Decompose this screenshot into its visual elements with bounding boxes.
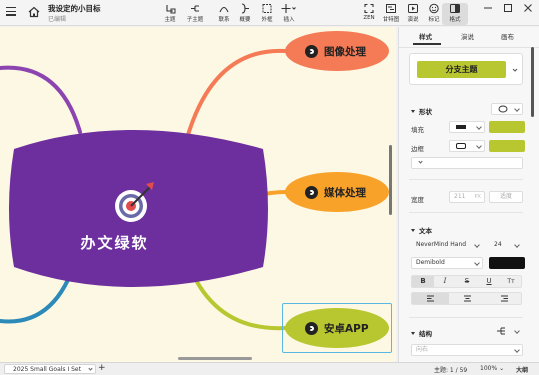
chevron-down-icon: [88, 366, 93, 371]
mindmap-canvas[interactable]: 办文绿软 图像处理 媒体处理 安卓APP: [0, 27, 396, 362]
home-icon[interactable]: [27, 5, 41, 19]
border-color-swatch[interactable]: [489, 140, 525, 152]
structure-icon-select[interactable]: [491, 325, 523, 337]
fill-pattern-icon: [456, 125, 466, 129]
divider: [409, 212, 523, 213]
status-bar: 2025 Small Goals I Set + 主题: 1 / 59 100%…: [0, 362, 539, 375]
text-color-swatch[interactable]: [489, 257, 525, 269]
central-topic[interactable]: 办文绿软: [8, 119, 270, 297]
priority-icon: [305, 321, 318, 335]
border-style-select[interactable]: [449, 140, 485, 152]
topic-label: 安卓APP: [324, 322, 369, 335]
font-size-select[interactable]: 24: [489, 239, 523, 251]
subtopic-icon: [191, 5, 199, 12]
align-center-button[interactable]: [449, 293, 486, 304]
boundary-icon: [262, 4, 272, 13]
border-width-select[interactable]: [411, 157, 523, 169]
text-case-button[interactable]: Tт: [500, 276, 522, 287]
topic-android-app[interactable]: 安卓APP: [285, 308, 389, 348]
plus-chevron-icon: [281, 4, 296, 13]
priority-icon: [305, 185, 318, 199]
ellipse-shape-icon: [498, 105, 508, 113]
topic-label: 图像处理: [324, 45, 366, 58]
maximize-icon[interactable]: [499, 2, 517, 14]
tab-present[interactable]: 演说: [461, 31, 474, 41]
format-button[interactable]: 格式: [442, 3, 468, 25]
topic-image-processing[interactable]: 图像处理: [285, 31, 389, 71]
summary-icon: [241, 3, 249, 14]
horizontal-scrollbar[interactable]: [178, 357, 252, 360]
border-label: 边框: [411, 145, 424, 153]
save-status: 已编辑: [48, 16, 67, 23]
width-input[interactable]: 211 PX: [449, 191, 485, 203]
italic-button[interactable]: I: [434, 276, 456, 287]
underline-button[interactable]: U: [478, 276, 500, 287]
text-section-header[interactable]: 文本: [411, 225, 432, 235]
text-format-row: B I S U Tт: [411, 275, 522, 288]
play-icon: [408, 4, 418, 13]
border-style-icon: [456, 143, 466, 149]
structure-section-header[interactable]: 结构: [411, 328, 432, 338]
topic-label: 媒体处理: [324, 186, 366, 199]
style-preset-card: 分支主题: [409, 53, 523, 85]
topic-media-processing[interactable]: 媒体处理: [285, 172, 389, 212]
fullscreen-icon: [364, 3, 374, 14]
align-left-button[interactable]: [412, 293, 449, 304]
width-label: 宽度: [411, 196, 424, 204]
subtopic-button[interactable]: 子主题: [182, 3, 208, 25]
insert-button[interactable]: 插入: [276, 3, 302, 25]
shape-select[interactable]: [491, 103, 523, 115]
align-right-button[interactable]: [486, 293, 523, 304]
chevron-down-icon[interactable]: [512, 67, 518, 73]
outline-view-button[interactable]: 大纲: [516, 365, 528, 374]
zoom-level[interactable]: 100% ⌄: [480, 365, 504, 372]
smiley-icon: [429, 3, 439, 14]
central-topic-label: 办文绿软: [80, 234, 149, 252]
width-reset-button[interactable]: 适度: [489, 191, 523, 203]
panel-scrollbar[interactable]: [531, 47, 534, 117]
panel-tabs: 样式 演说 画布: [399, 27, 539, 47]
chevron-down-icon: [418, 159, 423, 164]
align-center-icon: [464, 295, 471, 302]
document-title: 我设定的小目标: [48, 4, 101, 13]
gantt-icon: [386, 4, 396, 13]
close-icon[interactable]: [519, 2, 537, 14]
branch-topic-style-button[interactable]: 分支主题: [417, 61, 506, 78]
sheet-tab[interactable]: 2025 Small Goals I Set: [4, 364, 96, 374]
add-sheet-button[interactable]: +: [98, 363, 106, 374]
vertical-scrollbar[interactable]: [389, 145, 392, 215]
format-panel: 样式 演说 画布 分支主题 形状 填充 边框 宽度 211 PX 适度 文本 N…: [398, 27, 539, 362]
structure-right-icon: [497, 327, 505, 335]
structure-direction-select[interactable]: 向右: [411, 344, 523, 356]
fill-label: 填充: [411, 126, 424, 134]
font-weight-select[interactable]: Demibold: [411, 257, 483, 269]
topic-button[interactable]: 主题: [157, 3, 183, 25]
tab-style[interactable]: 样式: [419, 31, 432, 41]
divider: [409, 179, 523, 180]
format-panel-icon: [450, 4, 460, 13]
tab-canvas[interactable]: 画布: [501, 31, 514, 41]
fill-color-swatch[interactable]: [489, 121, 525, 133]
divider: [399, 47, 539, 48]
active-tab-indicator: [413, 43, 441, 45]
strikethrough-button[interactable]: S: [456, 276, 478, 287]
alignment-row: [411, 292, 522, 305]
title-toolbar: 我设定的小目标 已编辑 主题 子主题 联系 概要 外框 插入 ZEN 甘特图 演…: [0, 0, 539, 26]
central-topic-shape: [9, 130, 268, 287]
font-family-select[interactable]: NeverMind Hand: [411, 239, 483, 251]
fill-pattern-select[interactable]: [449, 121, 485, 133]
divider: [409, 317, 523, 318]
menu-icon[interactable]: [6, 7, 16, 17]
priority-icon: [305, 44, 318, 58]
topic-icon: [166, 5, 176, 14]
align-right-icon: [501, 295, 508, 302]
minimize-icon[interactable]: [479, 2, 497, 14]
relation-icon: [219, 6, 229, 13]
topic-count: 主题: 1 / 59: [434, 367, 468, 374]
shape-section-header[interactable]: 形状: [411, 106, 432, 116]
bold-button[interactable]: B: [412, 276, 434, 287]
align-left-icon: [427, 295, 434, 302]
